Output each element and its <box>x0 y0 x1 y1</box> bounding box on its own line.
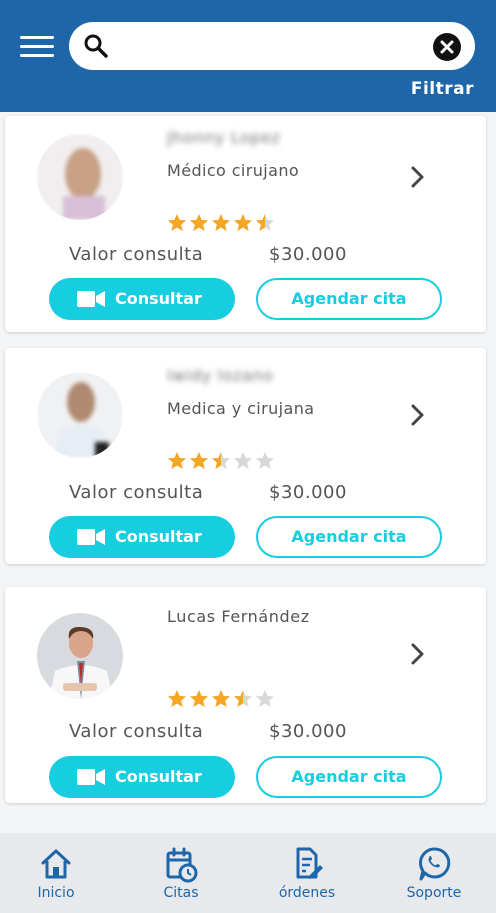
document-edit-icon <box>296 847 323 879</box>
price-value: $30.000 <box>269 482 347 503</box>
star-icon <box>256 452 274 469</box>
doctor-avatar <box>37 134 123 220</box>
schedule-appointment-button[interactable]: Agendar cita <box>256 278 442 320</box>
consult-label: Consultar <box>115 289 202 308</box>
price-label: Valor consulta <box>69 721 204 742</box>
doctor-specialty: Médico cirujano <box>167 161 300 180</box>
nav-item-ordenes[interactable]: órdenes <box>267 845 347 909</box>
bottom-navigation: Inicio Citas órdenes Soporte <box>0 833 496 913</box>
star-icon <box>168 690 186 707</box>
chevron-right-icon[interactable] <box>407 164 427 190</box>
filter-button[interactable]: Filtrar <box>411 79 474 99</box>
home-icon <box>41 849 71 879</box>
star-icon <box>212 452 230 469</box>
price-value: $30.000 <box>269 244 347 265</box>
chevron-right-icon[interactable] <box>407 641 427 667</box>
nav-label: Citas <box>163 885 199 901</box>
price-label: Valor consulta <box>69 482 204 503</box>
consult-label: Consultar <box>115 527 202 546</box>
consult-label: Consultar <box>115 767 202 786</box>
consult-button[interactable]: Consultar <box>49 516 235 558</box>
star-icon <box>234 690 252 707</box>
consult-button[interactable]: Consultar <box>49 756 235 798</box>
star-icon <box>190 690 208 707</box>
video-camera-icon <box>77 529 105 545</box>
doctor-card: Lucas Fernández Valor consulta $30.000 C… <box>5 587 486 803</box>
nav-item-soporte[interactable]: Soporte <box>394 845 474 909</box>
price-value: $30.000 <box>269 721 347 742</box>
app-header: Filtrar <box>0 0 496 112</box>
consult-button[interactable]: Consultar <box>49 278 235 320</box>
doctor-avatar <box>37 613 123 699</box>
rating-stars <box>167 213 275 233</box>
doctor-specialty: Medica y cirujana <box>167 399 315 418</box>
doctor-name: Lucas Fernández <box>167 607 310 626</box>
star-icon <box>190 452 208 469</box>
calendar-clock-icon <box>166 847 198 883</box>
search-input[interactable] <box>117 30 417 62</box>
star-icon <box>234 452 252 469</box>
doctor-avatar <box>37 372 123 458</box>
doctor-card: Iwidy lozano Medica y cirujana Valor con… <box>5 348 486 564</box>
star-icon <box>212 690 230 707</box>
search-bar[interactable] <box>69 22 475 70</box>
doctor-name: Jhonny Lopez <box>167 128 281 147</box>
star-icon <box>212 214 230 231</box>
chevron-right-icon[interactable] <box>407 402 427 428</box>
nav-label: órdenes <box>278 885 336 901</box>
star-icon <box>168 452 186 469</box>
rating-stars <box>167 689 275 709</box>
search-icon <box>84 34 108 58</box>
doctor-card: Jhonny Lopez Médico cirujano Valor consu… <box>5 116 486 332</box>
doctor-name: Iwidy lozano <box>167 366 274 385</box>
video-camera-icon <box>77 291 105 307</box>
hamburger-menu-icon[interactable] <box>20 36 54 58</box>
rating-stars <box>167 451 275 471</box>
whatsapp-icon <box>418 847 451 881</box>
star-icon <box>190 214 208 231</box>
clear-search-icon[interactable] <box>433 33 461 61</box>
nav-label: Soporte <box>406 885 462 901</box>
nav-item-inicio[interactable]: Inicio <box>16 845 96 909</box>
schedule-appointment-button[interactable]: Agendar cita <box>256 756 442 798</box>
star-icon <box>256 690 274 707</box>
nav-item-citas[interactable]: Citas <box>141 845 221 909</box>
star-icon <box>168 214 186 231</box>
video-camera-icon <box>77 769 105 785</box>
schedule-appointment-button[interactable]: Agendar cita <box>256 516 442 558</box>
nav-label: Inicio <box>37 885 75 901</box>
star-icon <box>256 214 274 231</box>
price-label: Valor consulta <box>69 244 204 265</box>
star-icon <box>234 214 252 231</box>
